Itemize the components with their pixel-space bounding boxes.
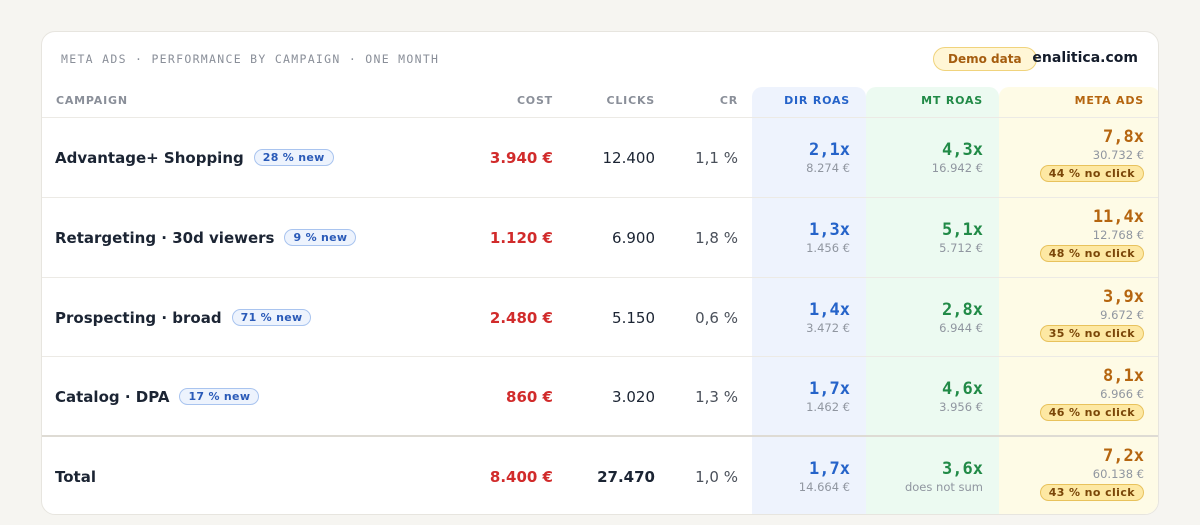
no-click-badge: 46 % no click (1039, 404, 1144, 421)
cr-cell: 0,6 % (695, 309, 738, 327)
total-meta-ads-cell: 7,2x 60.138 € 43 % no click (1039, 446, 1144, 501)
mt-roas-value: 2,8x (942, 300, 983, 320)
mt-roas-value: 4,6x (942, 379, 983, 399)
column-header-dir-roas[interactable]: DIR ROAS (784, 94, 850, 107)
campaign-name: Prospecting · broad (55, 309, 222, 327)
cost-cell: 2.480 € (489, 309, 553, 327)
meta-revenue: 30.732 € (1092, 148, 1144, 162)
mt-revenue: 3.956 € (939, 400, 983, 414)
demo-data-badge: Demo data (933, 47, 1037, 71)
mt-roas-cell: 4,3x 16.942 € (932, 140, 983, 175)
mt-revenue: 6.944 € (939, 321, 983, 335)
table-row[interactable]: Prospecting · broad 71 % new 2.480 € 5.15… (42, 278, 1158, 357)
no-click-badge: 44 % no click (1039, 165, 1144, 182)
dir-revenue: 1.456 € (806, 241, 850, 255)
total-clicks: 27.470 (597, 468, 655, 486)
meta-revenue: 12.768 € (1092, 228, 1144, 242)
new-pct-badge: 28 % new (253, 149, 334, 166)
total-cost: 8.400 € (489, 468, 553, 486)
meta-roas-value: 7,2x (1103, 446, 1144, 466)
column-header-campaign[interactable]: CAMPAIGN (56, 94, 128, 107)
mt-roas-cell: 4,6x 3.956 € (939, 379, 983, 414)
column-header-cost[interactable]: COST (517, 94, 553, 107)
campaign-cell: Advantage+ Shopping 28 % new (55, 149, 334, 167)
cost-cell: 1.120 € (489, 229, 553, 247)
dir-roas-cell: 1,3x 1.456 € (806, 220, 850, 255)
meta-ads-cell: 11,4x 12.768 € 48 % no click (1039, 207, 1144, 262)
new-pct-badge: 17 % new (179, 388, 260, 405)
cr-cell: 1,3 % (695, 388, 738, 406)
new-pct-badge: 9 % new (284, 229, 357, 246)
meta-revenue: 60.138 € (1092, 467, 1144, 481)
table-row[interactable]: Catalog · DPA 17 % new 860 € 3.020 1,3 % … (42, 357, 1158, 436)
dir-roas-value: 1,3x (809, 220, 850, 240)
no-click-badge: 35 % no click (1039, 325, 1144, 342)
mt-roas-value: 4,3x (942, 140, 983, 160)
clicks-cell: 3.020 (612, 388, 655, 406)
campaign-name: Retargeting · 30d viewers (55, 229, 275, 247)
column-header-meta-ads[interactable]: META ADS (1075, 94, 1144, 107)
brand-link[interactable]: enalitica.com (1032, 50, 1138, 66)
table-row[interactable]: Retargeting · 30d viewers 9 % new 1.120 €… (42, 198, 1158, 277)
mt-roas-value: 3,6x (942, 459, 983, 479)
campaign-name: Catalog · DPA (55, 388, 170, 406)
campaign-cell: Retargeting · 30d viewers 9 % new (55, 229, 357, 247)
total-cr: 1,0 % (695, 468, 738, 486)
campaign-cell: Catalog · DPA 17 % new (55, 388, 260, 406)
report-title: META ADS · PERFORMANCE BY CAMPAIGN · ONE… (61, 52, 440, 66)
meta-roas-value: 11,4x (1092, 207, 1144, 227)
dir-revenue: 3.472 € (806, 321, 850, 335)
dir-roas-cell: 1,4x 3.472 € (806, 300, 850, 335)
dir-revenue: 8.274 € (806, 161, 850, 175)
cost-cell: 3.940 € (489, 149, 553, 167)
clicks-cell: 6.900 (612, 229, 655, 247)
dir-roas-cell: 2,1x 8.274 € (806, 140, 850, 175)
cost-cell: 860 € (506, 388, 553, 406)
meta-roas-value: 7,8x (1103, 127, 1144, 147)
meta-ads-cell: 3,9x 9.672 € 35 % no click (1039, 287, 1144, 342)
performance-table-card: META ADS · PERFORMANCE BY CAMPAIGN · ONE… (41, 31, 1159, 515)
no-click-badge: 48 % no click (1039, 245, 1144, 262)
meta-ads-cell: 7,8x 30.732 € 44 % no click (1039, 127, 1144, 182)
meta-roas-value: 8,1x (1103, 366, 1144, 386)
campaign-cell: Prospecting · broad 71 % new (55, 309, 312, 327)
mt-roas-value: 5,1x (942, 220, 983, 240)
clicks-cell: 12.400 (602, 149, 656, 167)
dir-roas-value: 1,7x (809, 459, 850, 479)
new-pct-badge: 71 % new (231, 309, 312, 326)
no-click-badge: 43 % no click (1039, 484, 1144, 501)
column-header-clicks[interactable]: CLICKS (607, 94, 656, 107)
mt-roas-cell: 2,8x 6.944 € (939, 300, 983, 335)
mt-revenue: 16.942 € (931, 161, 983, 175)
column-header-cr[interactable]: CR (720, 94, 738, 107)
clicks-cell: 5.150 (612, 309, 655, 327)
dir-revenue: 14.664 € (798, 480, 850, 494)
total-dir-roas-cell: 1,7x 14.664 € (799, 459, 850, 494)
meta-revenue: 9.672 € (1100, 308, 1144, 322)
meta-roas-value: 3,9x (1103, 287, 1144, 307)
mt-roas-cell: 5,1x 5.712 € (939, 220, 983, 255)
dir-roas-value: 1,4x (809, 300, 850, 320)
mt-note: does not sum (904, 480, 983, 494)
cr-cell: 1,1 % (695, 149, 738, 167)
meta-revenue: 6.966 € (1100, 387, 1144, 401)
table-row[interactable]: Advantage+ Shopping 28 % new 3.940 € 12.4… (42, 118, 1158, 197)
campaign-name: Advantage+ Shopping (55, 149, 244, 167)
card-header: META ADS · PERFORMANCE BY CAMPAIGN · ONE… (42, 32, 1158, 87)
dir-roas-value: 2,1x (809, 140, 850, 160)
dir-roas-value: 1,7x (809, 379, 850, 399)
total-mt-roas-cell: 3,6x does not sum (905, 459, 983, 494)
dir-roas-cell: 1,7x 1.462 € (806, 379, 850, 414)
mt-revenue: 5.712 € (939, 241, 983, 255)
column-header-mt-roas[interactable]: MT ROAS (921, 94, 983, 107)
dir-revenue: 1.462 € (806, 400, 850, 414)
meta-ads-cell: 8,1x 6.966 € 46 % no click (1039, 366, 1144, 421)
cr-cell: 1,8 % (695, 229, 738, 247)
total-row: Total 8.400 € 27.470 1,0 % 1,7x 14.664 €… (42, 437, 1158, 514)
total-label: Total (55, 468, 96, 486)
